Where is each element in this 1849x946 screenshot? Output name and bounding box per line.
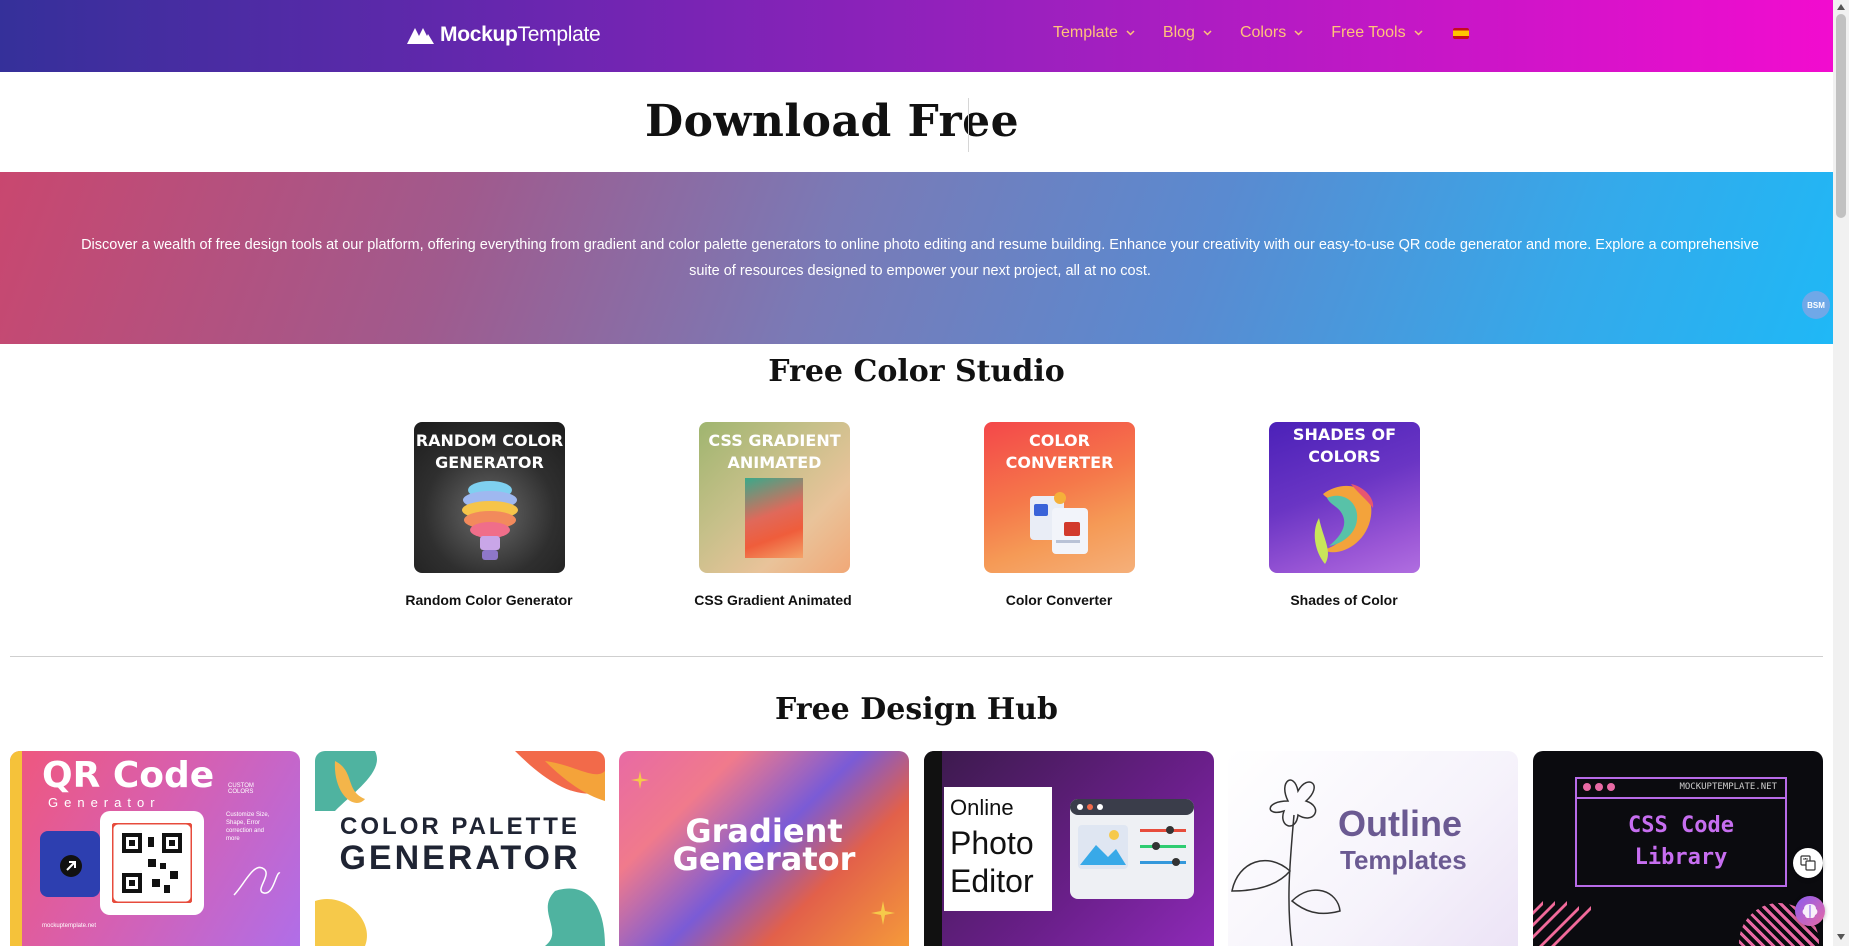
site-logo[interactable]: MockupTemplate xyxy=(406,22,601,48)
hub-card-footer: mockuptemplate.net xyxy=(42,923,97,929)
color-studio-title: Free Color Studio xyxy=(768,354,1065,389)
nav-item-label: Blog xyxy=(1162,24,1195,41)
random-color-generator-card[interactable]: RANDOM COLOR GENERATOR xyxy=(414,422,565,573)
qr-code-icon xyxy=(112,823,192,903)
online-photo-editor-card[interactable]: Online Photo Editor xyxy=(924,751,1214,946)
chevron-down-icon xyxy=(1414,30,1423,36)
brain-icon xyxy=(1802,904,1818,919)
chevron-down-icon xyxy=(1294,30,1303,36)
qr-code-frame xyxy=(100,811,204,915)
documents-icon xyxy=(1030,492,1088,554)
chevron-down-icon xyxy=(1126,30,1135,36)
arrow-up-right-icon xyxy=(60,855,82,877)
hub-card-side-text: Customize Size, Shape, Error correction … xyxy=(226,812,270,842)
translate-button[interactable] xyxy=(1793,848,1823,878)
editor-window-icon xyxy=(1070,799,1194,899)
design-hub-title: Free Design Hub xyxy=(775,692,1058,727)
card-image-text: COLOR CONVERTER xyxy=(1005,431,1114,472)
card-caption[interactable]: Shades of Color xyxy=(1224,592,1464,608)
typing-caret xyxy=(968,98,969,152)
hub-card-line1: Online xyxy=(950,795,1014,820)
gradient-generator-card[interactable]: Gradient Generator xyxy=(619,751,909,946)
css-gradient-animated-card[interactable]: CSS GRADIENT ANIMATED xyxy=(699,422,850,573)
hub-card-line2: Templates xyxy=(1340,845,1467,875)
section-divider xyxy=(10,656,1823,657)
hub-card-line2: Library xyxy=(1634,845,1728,870)
top-navigation-bar: MockupTemplate Template Blog Colors Free… xyxy=(0,0,1833,72)
qr-code-generator-card[interactable]: QR Code Generator CUSTOM COLORS Customiz… xyxy=(10,751,300,946)
code-window-titlebar: MOCKUPTEMPLATE.NET xyxy=(1577,779,1785,799)
nav-item-template[interactable]: Template xyxy=(1053,24,1135,42)
hub-card-line1: Outline xyxy=(1338,803,1462,844)
card-image-text: RANDOM COLOR GENERATOR xyxy=(415,431,564,472)
ai-assistant-button[interactable] xyxy=(1795,896,1825,926)
nav-item-label: Template xyxy=(1053,24,1118,41)
hub-card-line2: GENERATOR xyxy=(339,839,581,877)
css-code-library-card[interactable]: MOCKUPTEMPLATE.NET CSS Code Library xyxy=(1533,751,1823,946)
hub-card-line2: Photo xyxy=(950,825,1034,861)
lightbulb-icon xyxy=(462,481,518,560)
editor-text-panel: Online Photo Editor xyxy=(944,787,1052,911)
scroll-up-arrow-icon[interactable] xyxy=(1837,4,1845,10)
color-converter-card[interactable]: COLOR CONVERTER xyxy=(984,422,1135,573)
card-caption[interactable]: CSS Gradient Animated xyxy=(653,592,893,608)
nav-item-colors[interactable]: Colors xyxy=(1240,24,1303,42)
hub-card-line3: Editor xyxy=(950,863,1034,899)
color-palette-generator-card[interactable]: COLOR PALETTE GENERATOR xyxy=(315,751,605,946)
outline-templates-card[interactable]: Outline Templates xyxy=(1228,751,1518,946)
translate-icon xyxy=(1800,855,1816,871)
card-image-text: SHADES OF COLORS xyxy=(1292,425,1397,466)
nav-item-free-tools[interactable]: Free Tools xyxy=(1331,24,1423,42)
shades-of-colors-card[interactable]: SHADES OF COLORS xyxy=(1269,422,1420,573)
card-caption[interactable]: Color Converter xyxy=(939,592,1179,608)
chevron-down-icon xyxy=(1203,30,1212,36)
hub-card-subtitle: Generator xyxy=(48,795,161,810)
intro-banner: Discover a wealth of free design tools a… xyxy=(0,172,1833,344)
hub-card-line2: Generator xyxy=(672,840,856,878)
scribble-icon xyxy=(233,866,281,896)
scrollbar-thumb[interactable] xyxy=(1836,14,1846,218)
window-dot-icon xyxy=(1583,783,1591,791)
diagonal-stripes-decoration xyxy=(1533,901,1591,946)
hub-card-small-text: CUSTOM COLORS xyxy=(228,783,254,795)
hub-card-line1: CSS Code xyxy=(1628,813,1734,838)
window-dot-icon xyxy=(1607,783,1615,791)
intro-text: Discover a wealth of free design tools a… xyxy=(81,237,1759,279)
scroll-down-arrow-icon[interactable] xyxy=(1837,934,1845,940)
nav-item-blog[interactable]: Blog xyxy=(1163,24,1212,42)
swirl-shape-icon xyxy=(1314,484,1374,564)
code-window-url: MOCKUPTEMPLATE.NET xyxy=(1679,782,1777,792)
main-nav: Template Blog Colors Free Tools xyxy=(1053,24,1469,42)
hub-card-title: QR Code xyxy=(42,755,215,796)
sparkle-icon xyxy=(631,771,649,789)
page-title: Download Free xyxy=(645,96,1020,147)
hub-card-line1: COLOR PALETTE xyxy=(340,813,580,840)
sparkle-icon xyxy=(871,901,895,925)
logo-mark-icon xyxy=(407,28,434,44)
flower-outline-icon xyxy=(1231,779,1341,946)
bsm-badge[interactable]: BSM xyxy=(1802,291,1830,319)
code-window-frame: MOCKUPTEMPLATE.NET CSS Code Library xyxy=(1575,777,1787,887)
card-accent-stripe xyxy=(10,751,22,946)
gradient-swatch xyxy=(745,478,803,558)
card-caption[interactable]: Random Color Generator xyxy=(369,592,609,608)
card-image-text: CSS GRADIENT ANIMATED xyxy=(708,431,841,472)
window-dot-icon xyxy=(1595,783,1603,791)
spanish-flag-icon[interactable] xyxy=(1452,27,1469,39)
logo-text: MockupTemplate xyxy=(440,23,601,46)
nav-item-label: Colors xyxy=(1239,24,1287,41)
nav-item-label: Free Tools xyxy=(1331,24,1406,41)
card-edge-strip xyxy=(924,751,942,946)
